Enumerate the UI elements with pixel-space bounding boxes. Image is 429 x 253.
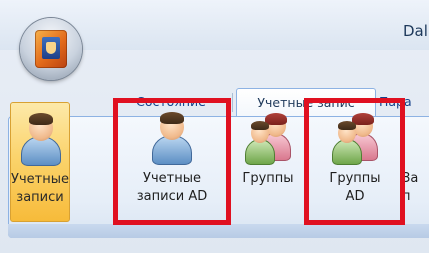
application-window: Dal Состояние Учетные запис Пара Учетные…: [0, 0, 429, 253]
partial-ribbon-button[interactable]: За п: [396, 102, 429, 222]
group-icon: [332, 111, 378, 167]
application-menu-button[interactable]: [20, 18, 82, 80]
groups-button[interactable]: Группы: [236, 102, 300, 222]
ad-groups-button-label: Группы AD: [329, 171, 381, 204]
partial-button-label: За п: [402, 171, 419, 204]
groups-button-label: Группы: [242, 171, 294, 186]
window-title: Dal: [403, 22, 428, 40]
app-logo-icon: [35, 30, 67, 68]
user-icon: [18, 112, 64, 168]
ad-accounts-button[interactable]: Учетные записи AD: [118, 102, 226, 222]
tab-separator: [232, 93, 233, 112]
ribbon-group-footer: [8, 224, 429, 238]
accounts-button[interactable]: Учетные записи: [10, 102, 70, 222]
user-icon: [149, 111, 195, 167]
ad-groups-button[interactable]: Группы AD: [309, 102, 401, 222]
accounts-button-label: Учетные записи: [11, 172, 69, 205]
group-icon: [245, 111, 291, 167]
ad-accounts-button-label: Учетные записи AD: [136, 171, 208, 204]
